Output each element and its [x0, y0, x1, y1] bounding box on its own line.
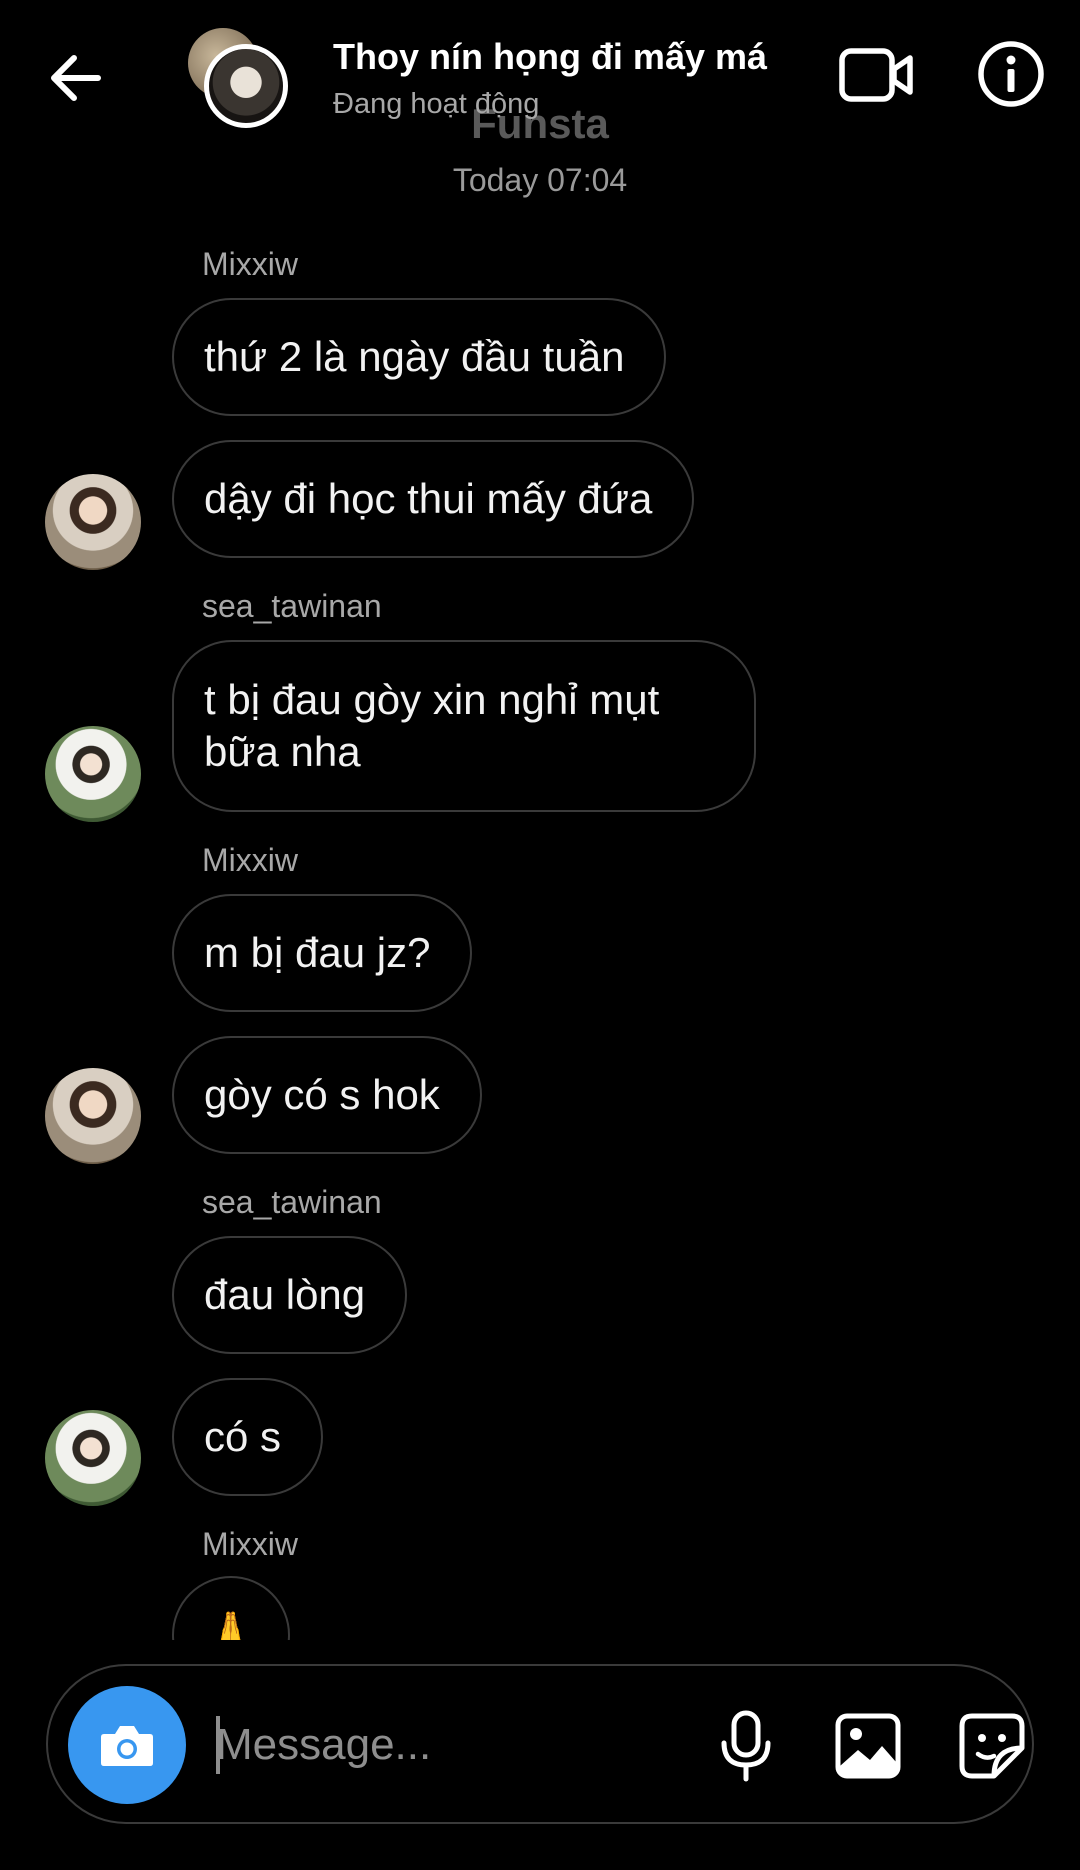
- video-call-icon: [839, 48, 913, 102]
- sender-avatar[interactable]: [45, 1068, 141, 1164]
- message-text: có s: [204, 1413, 282, 1460]
- message-composer: [46, 1664, 1034, 1824]
- info-icon: [978, 41, 1044, 107]
- message-bubble[interactable]: t bị đau gòy xin nghỉ mụt bữa nha: [172, 640, 756, 812]
- message-bubble[interactable]: dậy đi học thui mấy đứa: [172, 440, 695, 558]
- chat-header: Thoy nín họng đi mấy má Đang hoạt động: [0, 0, 1080, 170]
- message-text: m bị đau jz?: [204, 929, 431, 976]
- sticker-icon: [959, 1713, 1025, 1779]
- message-text: dậy đi học thui mấy đứa: [204, 475, 653, 522]
- sender-name: Mixxiw: [202, 842, 298, 878]
- message-bubble[interactable]: m bị đau jz?: [172, 894, 473, 1012]
- voice-message-button[interactable]: [706, 1706, 786, 1786]
- message-text: t bị đau gòy xin nghỉ mụt bữa nha: [204, 676, 660, 775]
- microphone-icon: [721, 1710, 771, 1782]
- camera-button[interactable]: [68, 1686, 186, 1804]
- message-bubble[interactable]: 🙏: [172, 1576, 290, 1640]
- sender-avatar[interactable]: [45, 726, 141, 822]
- conversation-info-button[interactable]: [976, 36, 1046, 112]
- activity-status: Đang hoạt động: [333, 88, 540, 120]
- camera-icon: [101, 1726, 153, 1766]
- message-thread[interactable]: Funsta Today 07:04 Mixxiw thứ 2 là ngày …: [0, 0, 1080, 1640]
- group-avatar[interactable]: [188, 26, 298, 130]
- message-bubble[interactable]: gòy có s hok: [172, 1036, 482, 1154]
- back-button[interactable]: [46, 48, 106, 108]
- sender-name: Mixxiw: [202, 1526, 298, 1562]
- message-emoji: 🙏: [202, 1608, 260, 1641]
- video-call-button[interactable]: [838, 40, 914, 110]
- message-bubble[interactable]: đau lòng: [172, 1236, 408, 1354]
- sender-name: Mixxiw: [202, 246, 298, 282]
- message-bubble[interactable]: thứ 2 là ngày đầu tuần: [172, 298, 667, 416]
- message-text: thứ 2 là ngày đầu tuần: [204, 333, 625, 380]
- image-icon: [835, 1713, 901, 1779]
- gallery-button[interactable]: [828, 1706, 908, 1786]
- sender-name: sea_tawinan: [202, 588, 382, 624]
- chat-title[interactable]: Thoy nín họng đi mấy má: [333, 36, 803, 78]
- group-member-avatar: [204, 44, 288, 128]
- message-text: gòy có s hok: [204, 1071, 440, 1118]
- message-input[interactable]: [216, 1710, 686, 1780]
- message-text: đau lòng: [204, 1271, 366, 1318]
- message-bubble[interactable]: có s: [172, 1378, 324, 1496]
- arrow-left-icon: [51, 55, 101, 101]
- sticker-button[interactable]: [952, 1706, 1032, 1786]
- sender-name: sea_tawinan: [202, 1184, 382, 1220]
- sender-avatar[interactable]: [45, 1410, 141, 1506]
- sender-avatar[interactable]: [45, 474, 141, 570]
